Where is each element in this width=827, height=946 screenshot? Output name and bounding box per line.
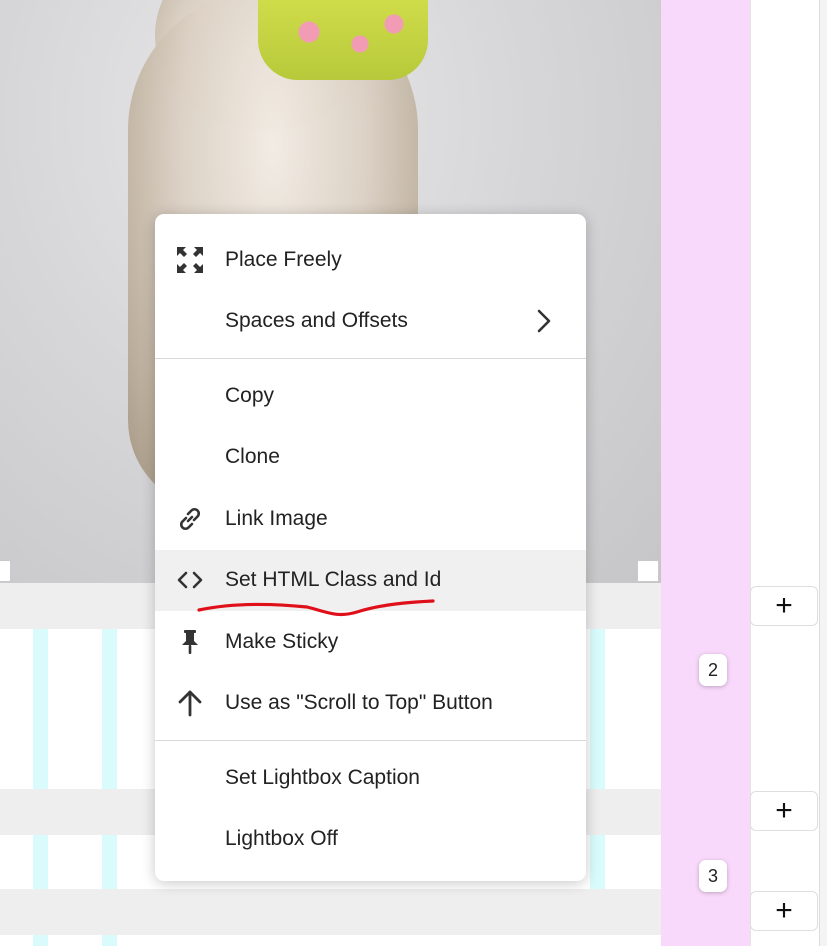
scrollbar-track[interactable] bbox=[819, 0, 827, 946]
add-row-button[interactable]: + bbox=[750, 891, 818, 931]
menu-item-scroll-to-top[interactable]: Use as "Scroll to Top" Button bbox=[155, 673, 586, 735]
menu-item-label: Set Lightbox Caption bbox=[225, 765, 420, 789]
menu-item-link-image[interactable]: Link Image bbox=[155, 488, 586, 550]
menu-item-label: Link Image bbox=[225, 506, 328, 530]
add-row-button[interactable]: + bbox=[750, 586, 818, 626]
row-number-badge[interactable]: 2 bbox=[699, 654, 727, 686]
resize-handle-left[interactable] bbox=[0, 560, 11, 582]
menu-item-spaces-and-offsets[interactable]: Spaces and Offsets bbox=[155, 291, 586, 353]
menu-item-copy[interactable]: Copy bbox=[155, 365, 586, 427]
menu-item-label: Clone bbox=[225, 445, 280, 469]
figurine-bow-shape bbox=[258, 0, 428, 80]
add-row-button[interactable]: + bbox=[750, 791, 818, 831]
menu-divider bbox=[155, 358, 586, 359]
menu-item-clone[interactable]: Clone bbox=[155, 427, 586, 489]
pin-icon bbox=[175, 627, 205, 657]
grid-column-guide bbox=[102, 935, 117, 946]
menu-item-label: Copy bbox=[225, 383, 275, 407]
menu-item-label: Lightbox Off bbox=[225, 827, 338, 851]
section-margin-column bbox=[661, 0, 750, 946]
menu-item-label: Set HTML Class and Id bbox=[225, 568, 442, 592]
menu-item-label: Spaces and Offsets bbox=[225, 309, 408, 333]
grid-column-guide bbox=[33, 629, 48, 789]
grid-column-guide bbox=[102, 835, 117, 889]
row-number-badge[interactable]: 3 bbox=[699, 860, 727, 892]
code-brackets-icon bbox=[175, 565, 205, 595]
context-menu: Place Freely Spaces and Offsets Copy Clo… bbox=[155, 214, 586, 881]
menu-item-label: Make Sticky bbox=[225, 629, 339, 653]
chevron-right-icon bbox=[537, 309, 551, 333]
grid-row-band bbox=[0, 889, 661, 935]
grid-column-guide bbox=[33, 935, 48, 946]
menu-item-label: Place Freely bbox=[225, 247, 342, 271]
menu-divider bbox=[155, 740, 586, 741]
expand-arrows-icon bbox=[175, 245, 205, 275]
grid-column-guide bbox=[590, 629, 605, 789]
menu-item-set-lightbox-caption[interactable]: Set Lightbox Caption bbox=[155, 747, 586, 809]
menu-item-make-sticky[interactable]: Make Sticky bbox=[155, 611, 586, 673]
grid-column-guide bbox=[102, 629, 117, 789]
menu-item-label: Use as "Scroll to Top" Button bbox=[225, 691, 493, 715]
menu-item-set-html-class-and-id[interactable]: Set HTML Class and Id bbox=[155, 549, 586, 616]
resize-handle-right[interactable] bbox=[637, 560, 659, 582]
menu-item-place-freely[interactable]: Place Freely bbox=[155, 229, 586, 291]
menu-item-lightbox-off[interactable]: Lightbox Off bbox=[155, 809, 586, 871]
link-icon bbox=[175, 504, 205, 534]
grid-column-guide bbox=[33, 835, 48, 889]
arrow-up-icon bbox=[175, 688, 205, 718]
grid-column-guide bbox=[590, 835, 605, 889]
